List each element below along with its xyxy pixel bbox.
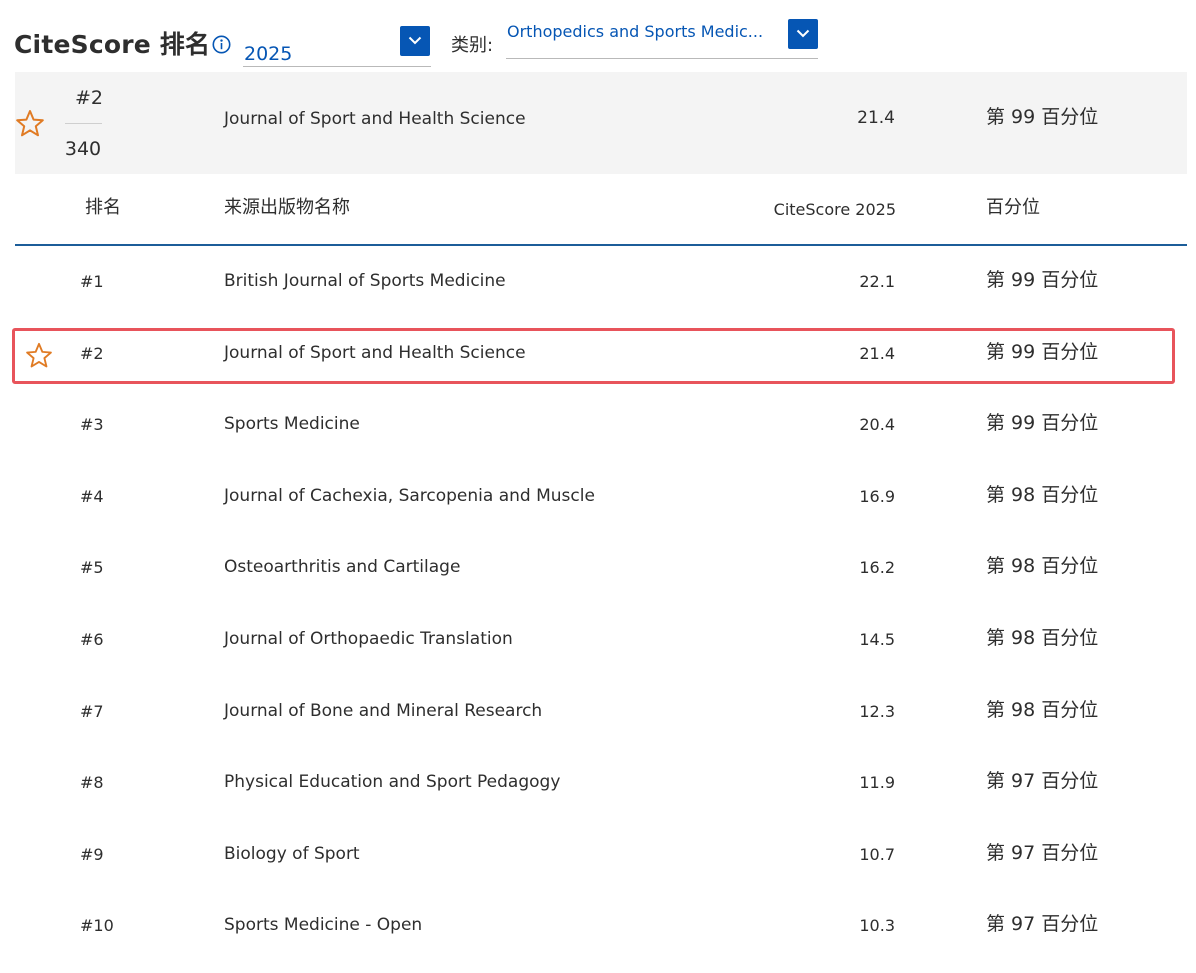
row-source-title[interactable]: Biology of Sport bbox=[224, 843, 360, 865]
page-title: CiteScore 排名 bbox=[14, 30, 211, 59]
table-row: #8 Physical Education and Sport Pedagogy… bbox=[15, 747, 1187, 819]
category-select[interactable]: Orthopedics and Sports Medic... bbox=[506, 18, 818, 59]
row-rank: #8 bbox=[80, 773, 104, 793]
row-citescore: 16.2 bbox=[859, 558, 895, 578]
table-row: #1 British Journal of Sports Medicine 22… bbox=[15, 246, 1187, 318]
row-percentile: 第 99 百分位 bbox=[986, 340, 1099, 363]
column-header-source-title: 来源出版物名称 bbox=[224, 197, 350, 218]
row-percentile: 第 98 百分位 bbox=[986, 555, 1099, 578]
row-source-title[interactable]: Journal of Cachexia, Sarcopenia and Musc… bbox=[224, 485, 595, 507]
summary-source-title: Journal of Sport and Health Science bbox=[224, 109, 526, 129]
row-percentile: 第 99 百分位 bbox=[986, 412, 1099, 435]
row-source-title[interactable]: Osteoarthritis and Cartilage bbox=[224, 556, 460, 578]
row-citescore: 12.3 bbox=[859, 701, 895, 721]
year-select[interactable]: 2025 bbox=[243, 26, 431, 67]
table-row: #6 Journal of Orthopaedic Translation 14… bbox=[15, 604, 1187, 676]
table-row: #9 Biology of Sport 10.7 第 97 百分位 bbox=[15, 819, 1187, 891]
row-source-title[interactable]: Journal of Bone and Mineral Research bbox=[224, 700, 542, 722]
row-source-title[interactable]: Journal of Orthopaedic Translation bbox=[224, 628, 513, 650]
row-percentile: 第 97 百分位 bbox=[986, 770, 1099, 793]
year-dropdown-button[interactable] bbox=[400, 26, 430, 56]
category-label: 类别: bbox=[451, 35, 494, 56]
row-source-title[interactable]: British Journal of Sports Medicine bbox=[224, 270, 506, 292]
row-source-title[interactable]: Physical Education and Sport Pedagogy bbox=[224, 771, 560, 793]
current-source-summary: #2 340 Journal of Sport and Health Scien… bbox=[15, 72, 1187, 174]
row-citescore: 10.7 bbox=[859, 844, 895, 864]
table-row: #4 Journal of Cachexia, Sarcopenia and M… bbox=[15, 461, 1187, 533]
page-header: CiteScore 排名 2025 类别: Orthopedics and Sp… bbox=[0, 0, 1196, 72]
row-citescore: 22.1 bbox=[859, 272, 895, 291]
rank-divider bbox=[65, 123, 102, 124]
table-row: #5 Osteoarthritis and Cartilage 16.2 第 9… bbox=[15, 532, 1187, 604]
row-citescore: 14.5 bbox=[859, 629, 895, 649]
row-rank: #6 bbox=[80, 629, 104, 649]
row-citescore: 21.4 bbox=[859, 343, 895, 363]
summary-percentile: 第 99 百分位 bbox=[986, 106, 1099, 128]
row-source-title[interactable]: Journal of Sport and Health Science bbox=[224, 342, 526, 364]
row-rank: #3 bbox=[80, 415, 104, 435]
row-percentile: 第 99 百分位 bbox=[986, 269, 1099, 291]
row-percentile: 第 98 百分位 bbox=[986, 698, 1099, 721]
row-rank: #10 bbox=[80, 916, 114, 936]
row-rank: #2 bbox=[80, 343, 104, 363]
table-row-current-source: #2 Journal of Sport and Health Science 2… bbox=[12, 318, 1187, 390]
row-percentile: 第 98 百分位 bbox=[986, 626, 1099, 649]
row-citescore: 16.9 bbox=[859, 486, 895, 506]
row-percentile: 第 97 百分位 bbox=[986, 841, 1099, 864]
row-source-title[interactable]: Sports Medicine - Open bbox=[224, 914, 422, 936]
row-citescore: 10.3 bbox=[859, 916, 895, 936]
info-icon[interactable] bbox=[212, 35, 231, 54]
star-icon[interactable] bbox=[15, 109, 45, 142]
ranking-table: #1 British Journal of Sports Medicine 22… bbox=[12, 246, 1187, 962]
summary-citescore: 21.4 bbox=[857, 108, 895, 128]
row-rank: #4 bbox=[80, 486, 104, 506]
row-percentile: 第 97 百分位 bbox=[986, 913, 1099, 936]
row-rank: #1 bbox=[80, 272, 104, 291]
table-row: #3 Sports Medicine 20.4 第 99 百分位 bbox=[15, 389, 1187, 461]
row-percentile: 第 98 百分位 bbox=[986, 483, 1099, 506]
row-rank: #7 bbox=[80, 701, 104, 721]
summary-rank: #2 bbox=[74, 87, 103, 109]
table-header: 排名 来源出版物名称 CiteScore 2025 百分位 bbox=[15, 174, 1187, 246]
summary-rank-total: 340 bbox=[64, 138, 102, 160]
row-citescore: 11.9 bbox=[859, 773, 895, 793]
category-select-value: Orthopedics and Sports Medic... bbox=[507, 22, 764, 41]
year-select-value: 2025 bbox=[244, 43, 293, 65]
row-source-title[interactable]: Sports Medicine bbox=[224, 413, 360, 435]
row-rank: #5 bbox=[80, 558, 104, 578]
row-citescore: 20.4 bbox=[859, 415, 895, 435]
row-rank: #9 bbox=[80, 844, 104, 864]
star-icon[interactable] bbox=[25, 342, 53, 373]
column-header-citescore: CiteScore 2025 bbox=[773, 200, 896, 219]
category-dropdown-button[interactable] bbox=[788, 19, 818, 49]
column-header-percentile: 百分位 bbox=[986, 197, 1040, 218]
table-row: #10 Sports Medicine - Open 10.3 第 97 百分位 bbox=[15, 890, 1187, 962]
table-row: #7 Journal of Bone and Mineral Research … bbox=[15, 676, 1187, 748]
column-header-rank: 排名 bbox=[85, 197, 121, 218]
